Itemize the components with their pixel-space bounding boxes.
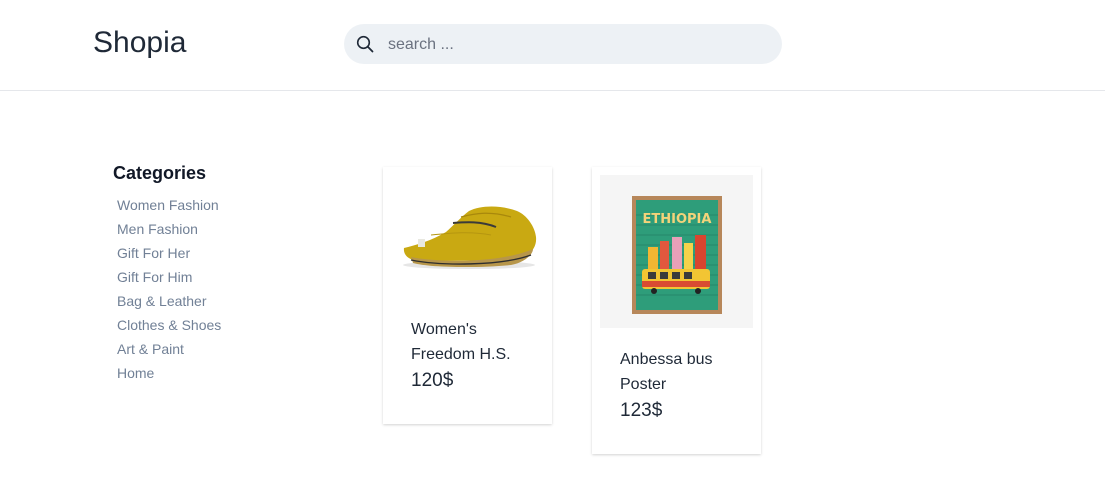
category-art-paint[interactable]: Art & Paint — [113, 337, 313, 361]
categories-list: Women Fashion Men Fashion Gift For Her G… — [113, 193, 313, 385]
top-header: Shopia — [0, 0, 1105, 91]
categories-sidebar: Categories Women Fashion Men Fashion Gif… — [113, 163, 313, 385]
category-men-fashion[interactable]: Men Fashion — [113, 217, 313, 241]
category-women-fashion[interactable]: Women Fashion — [113, 193, 313, 217]
category-clothes-shoes[interactable]: Clothes & Shoes — [113, 313, 313, 337]
poster-title: ETHIOPIA — [643, 212, 712, 227]
search-bar[interactable] — [344, 24, 782, 66]
product-card[interactable]: Women's Freedom H.S. 120$ — [383, 167, 552, 424]
categories-title: Categories — [113, 163, 207, 183]
category-gift-for-her[interactable]: Gift For Her — [113, 241, 313, 265]
category-gift-for-him[interactable]: Gift For Him — [113, 265, 313, 289]
product-name[interactable]: Women's Freedom H.S. — [411, 317, 536, 367]
poster-image: ETHIOPIA — [600, 175, 753, 328]
product-card[interactable]: ETHIOPIA Anbessa bus Poster 123$ — [592, 167, 761, 454]
product-price: 120$ — [411, 370, 454, 391]
logo[interactable]: Shopia — [93, 25, 186, 61]
category-home[interactable]: Home — [113, 361, 313, 385]
search-input[interactable] — [386, 24, 770, 66]
category-bag-leather[interactable]: Bag & Leather — [113, 289, 313, 313]
product-image[interactable]: ETHIOPIA — [600, 175, 753, 328]
shoe-image — [403, 206, 537, 269]
product-name[interactable]: Anbessa bus Poster — [620, 347, 745, 397]
search-icon — [356, 35, 374, 53]
product-image[interactable] — [391, 175, 544, 328]
product-price: 123$ — [620, 400, 663, 421]
